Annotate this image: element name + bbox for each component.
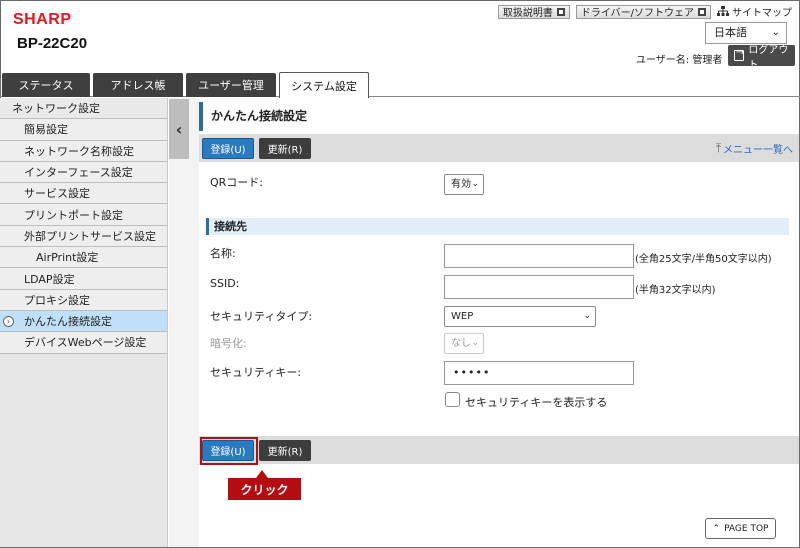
ssid-input[interactable] xyxy=(444,275,634,299)
sidebar-item-label: 簡易設定 xyxy=(24,123,68,137)
name-input[interactable] xyxy=(444,244,634,268)
page-top-button[interactable]: ⌃ PAGE TOP xyxy=(705,518,776,539)
top-links: 取扱説明書 ドライバー/ソフトウェア サイトマップ xyxy=(497,4,792,19)
chevron-down-icon: ⌄ xyxy=(583,311,591,321)
logout-label: ログアウト xyxy=(748,44,789,71)
sidebar-item-label: LDAP設定 xyxy=(24,272,75,286)
update-button[interactable]: 更新(R) xyxy=(259,138,311,159)
sidebar-item-print-port[interactable]: プリントポート設定 xyxy=(0,204,167,226)
qr-code-value: 有効 xyxy=(451,179,471,190)
show-key-checkbox[interactable] xyxy=(445,392,460,407)
back-to-menu-icon: ⤒ xyxy=(715,141,721,155)
sidebar-item-label: インターフェース設定 xyxy=(24,166,133,180)
driver-software-link-label: ドライバー/ソフトウェア xyxy=(580,8,694,19)
sidebar-item-label: プロキシ設定 xyxy=(24,293,90,307)
chevron-up-icon: ⌃ xyxy=(712,523,721,534)
security-key-label: セキュリティキー: xyxy=(210,366,302,379)
model-name: BP-22C20 xyxy=(17,35,88,52)
manual-link-label: 取扱説明書 xyxy=(502,8,553,19)
sidebar-item-label: 外部プリントサービス設定 xyxy=(24,229,156,243)
ssid-hint: (半角32文字以内) xyxy=(635,285,716,296)
external-window-icon xyxy=(556,7,565,16)
qr-code-label: QRコード: xyxy=(210,176,264,189)
sidebar-item-service[interactable]: サービス設定 xyxy=(0,183,167,205)
sidebar-item-device-web-page[interactable]: デバイスWebページ設定 xyxy=(0,332,167,354)
logout-button[interactable]: ログアウト xyxy=(728,45,795,71)
menu-list-link[interactable]: ⤒ メニュー一覧へ xyxy=(716,141,793,156)
sidebar-item-network-settings[interactable]: ネットワーク設定 xyxy=(0,98,167,120)
security-type-value: WEP xyxy=(451,311,474,322)
page-top-label: PAGE TOP xyxy=(724,523,769,534)
encryption-value: なし xyxy=(451,338,471,349)
external-window-icon xyxy=(698,7,706,16)
manual-link[interactable]: 取扱説明書 xyxy=(497,4,570,19)
security-type-label: セキュリティタイプ: xyxy=(210,310,313,323)
driver-software-link[interactable]: ドライバー/ソフトウェア xyxy=(575,4,711,19)
sidebar-item-label: AirPrint設定 xyxy=(36,251,99,265)
main-content: かんたん接続設定 登録(U) 更新(R) ⤒ メニュー一覧へ QRコード: 有効… xyxy=(199,98,799,547)
logout-icon xyxy=(734,47,745,61)
encryption-select: なし ⌄ xyxy=(444,333,484,354)
sidebar-item-external-print-service[interactable]: 外部プリントサービス設定 xyxy=(0,225,167,248)
sidebar-item-network-name[interactable]: ネットワーク名称設定 xyxy=(0,140,167,162)
page-title: かんたん接続設定 xyxy=(199,102,799,131)
menu-list-link-label: メニュー一覧へ xyxy=(723,145,793,156)
section-heading-destination: 接続先 xyxy=(206,218,789,235)
bottom-toolbar: 登録(U) 更新(R) xyxy=(199,436,799,465)
sidebar-item-label: ネットワーク名称設定 xyxy=(24,144,134,158)
main-tabs: ステータス アドレス帳 ユーザー管理 システム設定 xyxy=(0,72,800,98)
top-toolbar: 登録(U) 更新(R) ⤒ メニュー一覧へ xyxy=(199,134,799,162)
sidebar-item-proxy[interactable]: プロキシ設定 xyxy=(0,289,167,311)
chevron-down-icon: ⌄ xyxy=(471,179,479,189)
encryption-label: 暗号化: xyxy=(210,337,247,350)
ssid-label: SSID: xyxy=(210,277,240,290)
highlight-box xyxy=(200,437,258,465)
tab-status[interactable]: ステータス xyxy=(2,73,90,97)
sidebar-gutter xyxy=(169,98,199,547)
user-name: ユーザー名: 管理者 xyxy=(636,55,723,66)
sitemap-link[interactable]: サイトマップ xyxy=(717,4,792,19)
sidebar-item-label: プリントポート設定 xyxy=(24,208,123,222)
security-type-select[interactable]: WEP ⌄ xyxy=(444,306,596,327)
sitemap-icon xyxy=(717,6,729,16)
show-key-label: セキュリティキーを表示する xyxy=(465,396,608,409)
chevron-down-icon: ⌄ xyxy=(471,338,479,348)
collapse-sidebar-button[interactable]: ‹ xyxy=(169,99,189,159)
sidebar: ネットワーク設定 簡易設定 ネットワーク名称設定 インターフェース設定 サービス… xyxy=(0,98,168,547)
sidebar-item-ldap[interactable]: LDAP設定 xyxy=(0,268,167,290)
sidebar-item-label: デバイスWebページ設定 xyxy=(24,336,147,350)
sharp-logo: SHARP xyxy=(13,11,72,28)
name-hint: (全角25文字/半角50文字以内) xyxy=(635,254,772,265)
chevron-left-icon: ‹ xyxy=(175,119,183,139)
chevron-right-icon: › xyxy=(3,315,14,327)
register-button[interactable]: 登録(U) xyxy=(202,138,254,159)
qr-code-select[interactable]: 有効 ⌄ xyxy=(444,174,484,195)
sitemap-label: サイトマップ xyxy=(732,8,792,19)
sidebar-item-simple-settings[interactable]: 簡易設定 xyxy=(0,119,167,141)
sidebar-item-airprint[interactable]: AirPrint設定 xyxy=(0,247,167,269)
security-key-input[interactable]: ••••• xyxy=(444,361,634,385)
name-label: 名称: xyxy=(210,247,236,260)
language-value: 日本語 xyxy=(714,26,747,39)
sidebar-item-easy-connect[interactable]: › かんたん接続設定 xyxy=(0,310,167,333)
update-button-bottom[interactable]: 更新(R) xyxy=(259,440,311,461)
tab-address-book[interactable]: アドレス帳 xyxy=(93,73,183,97)
sidebar-item-interface[interactable]: インターフェース設定 xyxy=(0,161,167,184)
sidebar-item-label: サービス設定 xyxy=(24,187,90,201)
sidebar-item-label: かんたん接続設定 xyxy=(24,315,112,329)
sidebar-item-label: ネットワーク設定 xyxy=(12,102,100,116)
click-callout: クリック xyxy=(228,470,301,500)
tab-user-management[interactable]: ユーザー管理 xyxy=(186,73,276,97)
tab-system-settings[interactable]: システム設定 xyxy=(279,72,369,98)
